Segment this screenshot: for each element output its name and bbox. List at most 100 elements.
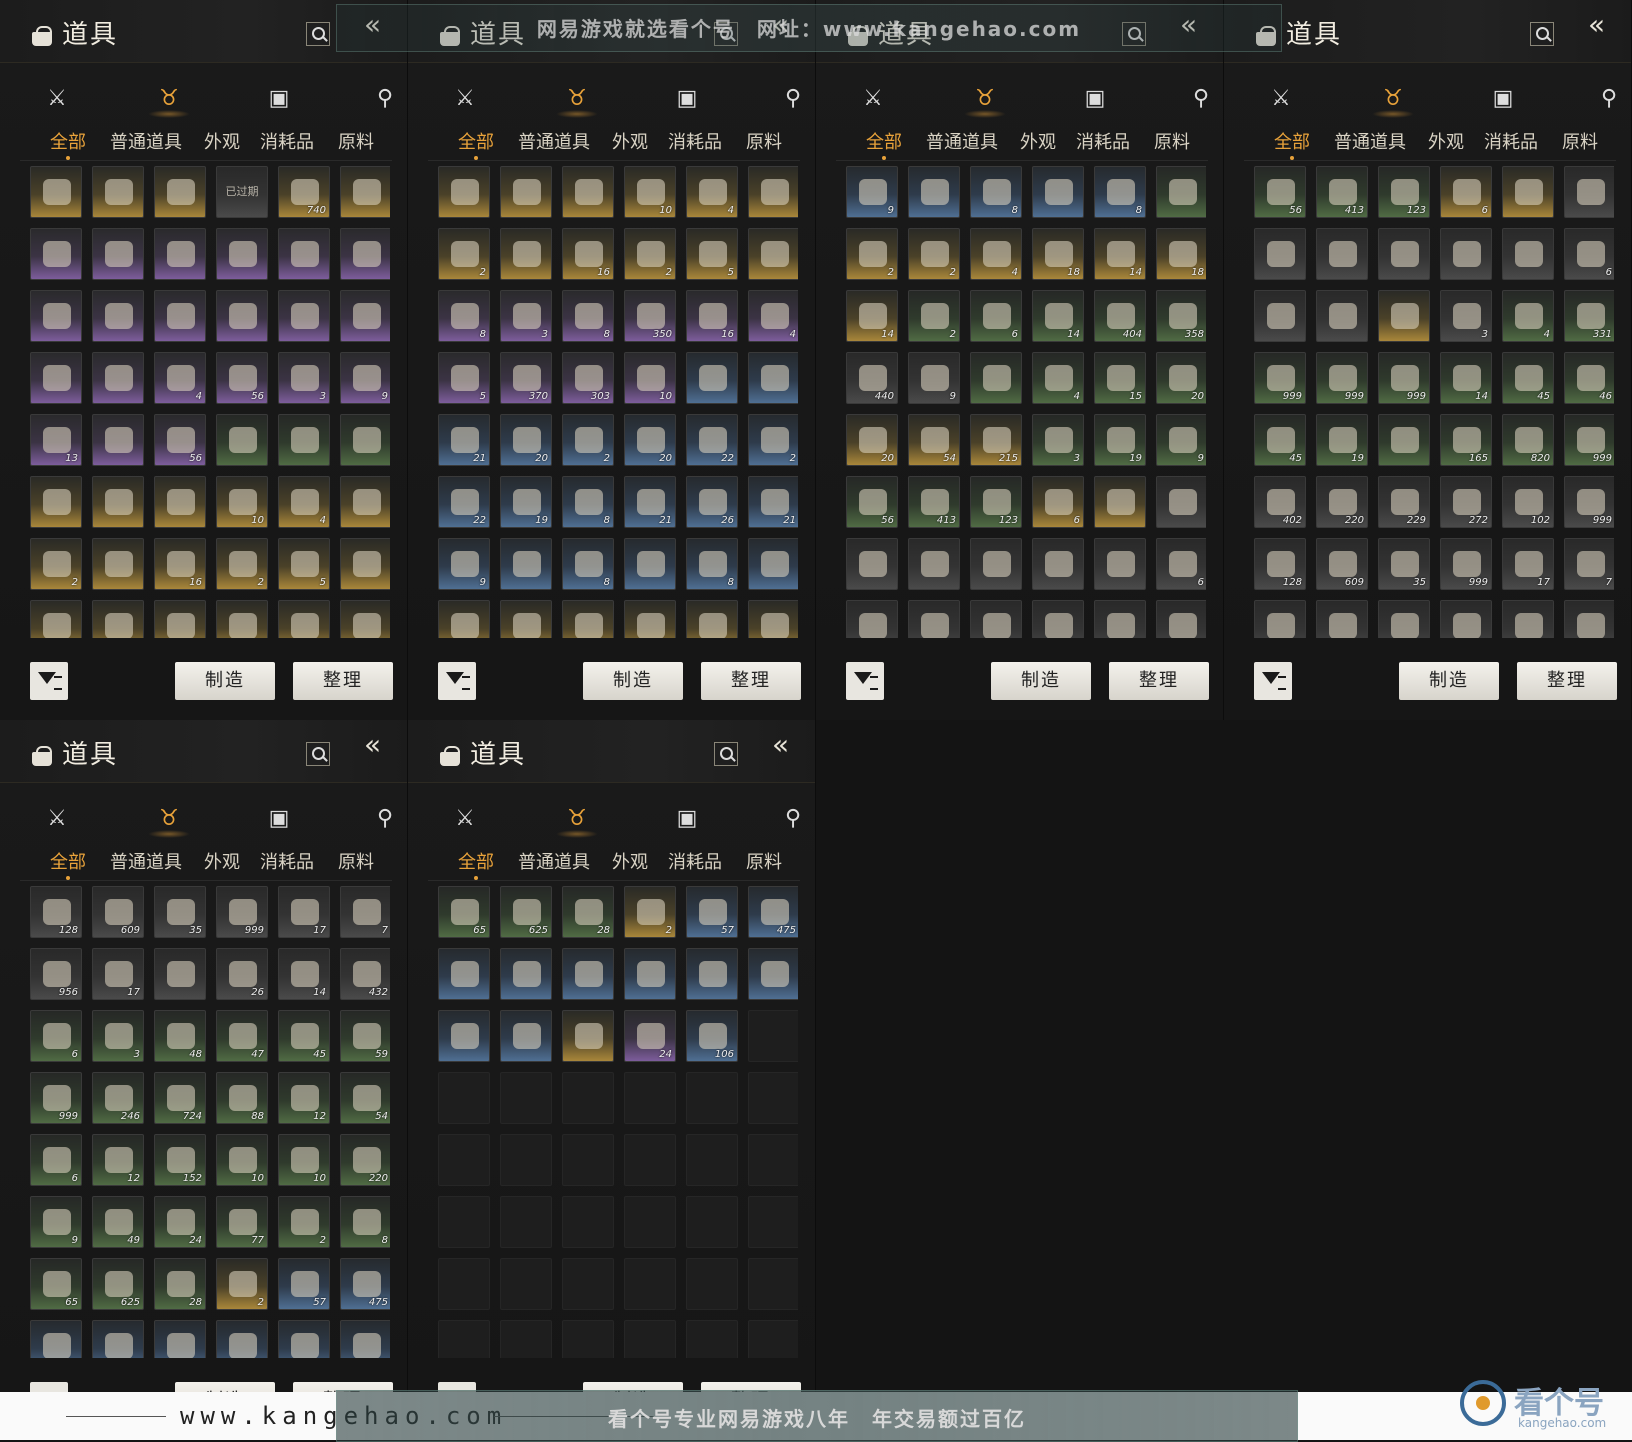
item-slot[interactable]: 12 <box>92 1134 144 1186</box>
item-slot[interactable]: 17 <box>1502 538 1554 590</box>
filter-button[interactable] <box>1254 662 1292 700</box>
item-slot[interactable]: 7 <box>340 886 390 938</box>
item-slot[interactable] <box>340 290 390 342</box>
item-slot[interactable] <box>340 600 390 638</box>
item-slot[interactable]: 45 <box>278 1010 330 1062</box>
item-slot[interactable]: 10 <box>216 1134 268 1186</box>
item-slot[interactable]: 21 <box>438 414 490 466</box>
item-slot[interactable] <box>92 476 144 528</box>
item-slot[interactable]: 35 <box>1378 538 1430 590</box>
tab-item[interactable]: 全部 <box>1274 128 1310 160</box>
item-slot[interactable] <box>1564 166 1614 218</box>
item-slot[interactable]: 3 <box>1032 414 1084 466</box>
item-slot[interactable] <box>624 948 676 1000</box>
item-slot[interactable] <box>154 290 206 342</box>
item-slot[interactable]: 21 <box>748 476 798 528</box>
item-slot[interactable]: 19 <box>1094 414 1146 466</box>
item-slot[interactable]: 8 <box>562 290 614 342</box>
item-slot[interactable]: 999 <box>30 1072 82 1124</box>
item-slot[interactable]: 10 <box>624 166 676 218</box>
item-slot[interactable] <box>846 600 898 638</box>
item-slot[interactable]: 999 <box>1378 352 1430 404</box>
item-slot[interactable] <box>748 948 798 1000</box>
item-slot[interactable]: 2 <box>500 600 552 638</box>
tab-item[interactable]: 原料 <box>1562 128 1598 154</box>
item-slot[interactable]: 8 <box>1094 166 1146 218</box>
item-slot[interactable]: 56 <box>216 352 268 404</box>
item-slot[interactable] <box>686 948 738 1000</box>
tab-item[interactable]: 原料 <box>1154 128 1190 154</box>
item-slot[interactable]: 8 <box>562 476 614 528</box>
item-slot[interactable] <box>1502 166 1554 218</box>
item-slot[interactable] <box>624 538 676 590</box>
item-slot[interactable]: 9 <box>846 166 898 218</box>
item-slot[interactable]: 28 <box>562 886 614 938</box>
item-slot[interactable]: 956 <box>30 948 82 1000</box>
chest-icon[interactable]: ▣ <box>1488 84 1518 114</box>
item-slot[interactable]: 4 <box>686 166 738 218</box>
item-slot[interactable]: 13 <box>30 414 82 466</box>
item-slot[interactable] <box>500 228 552 280</box>
item-slot[interactable]: 6 <box>1564 228 1614 280</box>
craft-button[interactable]: 制造 <box>583 662 683 700</box>
tab-item[interactable]: 普通道具 <box>1334 128 1406 154</box>
item-slot[interactable] <box>154 600 206 638</box>
item-slot[interactable]: 152 <box>154 1134 206 1186</box>
item-slot[interactable]: 625 <box>92 1258 144 1310</box>
pouch-icon[interactable]: ♉ <box>964 84 1006 118</box>
item-slot[interactable] <box>278 600 330 638</box>
item-slot[interactable]: 20 <box>624 414 676 466</box>
item-slot[interactable]: 26 <box>686 476 738 528</box>
pouch-icon[interactable]: ♉ <box>1372 84 1414 118</box>
tab-item[interactable]: 消耗品 <box>260 848 314 874</box>
filter-button[interactable] <box>438 662 476 700</box>
item-slot[interactable]: 440 <box>846 352 898 404</box>
item-slot[interactable]: 8 <box>970 166 1022 218</box>
item-slot[interactable]: 6 <box>1156 538 1206 590</box>
item-slot[interactable]: 402 <box>1254 476 1306 528</box>
item-slot[interactable] <box>154 948 206 1000</box>
item-slot[interactable]: 54 <box>340 1072 390 1124</box>
item-slot[interactable] <box>562 948 614 1000</box>
item-slot[interactable]: 2 <box>624 228 676 280</box>
item-slot[interactable]: 128 <box>30 886 82 938</box>
item-slot[interactable] <box>1254 228 1306 280</box>
item-slot[interactable]: 9 <box>340 352 390 404</box>
item-slot[interactable]: 229 <box>1378 476 1430 528</box>
item-slot[interactable]: 3 <box>1440 290 1492 342</box>
crossed-swords-icon[interactable]: ⚔ <box>42 804 72 834</box>
sort-button[interactable]: 整理 <box>701 662 801 700</box>
item-slot[interactable]: 4 <box>970 228 1022 280</box>
tab-item[interactable]: 外观 <box>204 848 240 874</box>
tab-item[interactable]: 消耗品 <box>260 128 314 154</box>
item-slot[interactable]: 106 <box>686 1010 738 1062</box>
item-slot[interactable]: 999 <box>1316 352 1368 404</box>
item-slot[interactable] <box>92 228 144 280</box>
item-slot[interactable] <box>340 476 390 528</box>
item-slot[interactable] <box>340 228 390 280</box>
item-slot[interactable]: 28 <box>154 1258 206 1310</box>
item-slot[interactable] <box>92 1320 144 1358</box>
item-slot[interactable]: 220 <box>1316 476 1368 528</box>
item-slot[interactable] <box>92 166 144 218</box>
tab-item[interactable]: 消耗品 <box>668 848 722 874</box>
item-slot[interactable]: 46 <box>1564 352 1614 404</box>
tab-item[interactable]: 消耗品 <box>1484 128 1538 154</box>
item-slot[interactable]: 已过期 <box>216 166 268 218</box>
item-slot[interactable]: 77 <box>216 1196 268 1248</box>
item-slot[interactable]: 413 <box>908 476 960 528</box>
item-slot[interactable]: 14 <box>278 948 330 1000</box>
item-slot[interactable]: 740 <box>278 166 330 218</box>
item-slot[interactable]: 5 <box>686 228 738 280</box>
item-slot[interactable]: 24 <box>624 1010 676 1062</box>
tab-item[interactable]: 外观 <box>1428 128 1464 154</box>
item-slot[interactable]: 404 <box>1094 290 1146 342</box>
item-slot[interactable] <box>1502 228 1554 280</box>
item-slot[interactable]: 999 <box>1564 414 1614 466</box>
item-slot[interactable]: 10 <box>216 476 268 528</box>
item-slot[interactable]: 17 <box>1316 600 1368 638</box>
pouch-icon[interactable]: ♉ <box>556 804 598 838</box>
item-slot[interactable] <box>340 538 390 590</box>
craft-button[interactable]: 制造 <box>991 662 1091 700</box>
chest-icon[interactable]: ▣ <box>672 804 702 834</box>
